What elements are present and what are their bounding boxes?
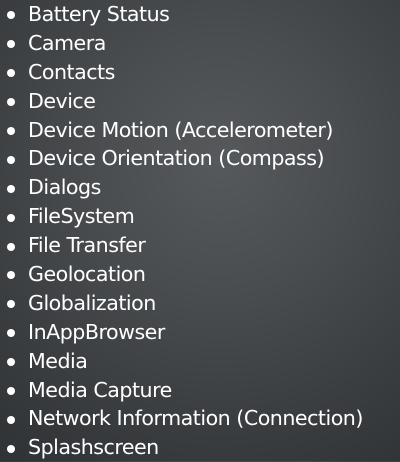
- list-item-device[interactable]: Device: [0, 87, 400, 116]
- list-item-battery-status[interactable]: Battery Status: [0, 0, 400, 29]
- list-item-label: InAppBrowser: [28, 319, 165, 344]
- bullet-icon: [7, 11, 15, 20]
- list-item-label: Camera: [28, 30, 106, 55]
- bullet-icon: [7, 40, 15, 49]
- list-item-network-information[interactable]: Network Information (Connection): [0, 404, 400, 433]
- list-item-label: Network Information (Connection): [28, 406, 363, 431]
- bullet-icon: [7, 69, 15, 78]
- bullet-icon: [7, 155, 15, 164]
- bullet-icon: [7, 387, 15, 396]
- list-item-file-transfer[interactable]: File Transfer: [0, 231, 400, 260]
- bullet-icon: [7, 127, 15, 135]
- list-item-label: Dialogs: [28, 175, 101, 200]
- list-item-dialogs[interactable]: Dialogs: [0, 173, 400, 202]
- bullet-icon: [7, 213, 15, 222]
- bullet-icon: [7, 358, 15, 367]
- list-item-label: Device: [28, 88, 96, 113]
- list-item-label: Media: [28, 348, 88, 373]
- bullet-icon: [7, 415, 15, 424]
- list-item-filesystem[interactable]: FileSystem: [0, 202, 400, 231]
- bullet-icon: [7, 184, 15, 193]
- list-item-label: FileSystem: [28, 204, 135, 229]
- list-item-label: Media Capture: [28, 377, 172, 402]
- plugin-list: Battery Status Camera Contacts Device De…: [0, 0, 400, 462]
- list-item-label: Globalization: [28, 290, 156, 315]
- list-item-camera[interactable]: Camera: [0, 29, 400, 58]
- bullet-icon: [7, 271, 15, 280]
- list-item-splashscreen[interactable]: Splashscreen: [0, 433, 400, 462]
- list-item-contacts[interactable]: Contacts: [0, 58, 400, 87]
- list-item-geolocation[interactable]: Geolocation: [0, 260, 400, 289]
- list-item-label: Battery Status: [28, 2, 170, 26]
- list-item-label: Geolocation: [28, 262, 146, 287]
- list-item-device-orientation[interactable]: Device Orientation (Compass): [0, 144, 400, 173]
- list-item-inappbrowser[interactable]: InAppBrowser: [0, 318, 400, 347]
- list-item-media-capture[interactable]: Media Capture: [0, 376, 400, 405]
- bullet-icon: [7, 444, 15, 453]
- bullet-icon: [7, 242, 15, 251]
- list-item-label: Device Orientation (Compass): [28, 146, 325, 171]
- list-item-media[interactable]: Media: [0, 347, 400, 376]
- bullet-icon: [7, 329, 15, 338]
- list-item-label: Contacts: [28, 59, 115, 84]
- bullet-icon: [7, 300, 15, 309]
- list-item-label: Device Motion (Accelerometer): [28, 117, 333, 142]
- list-item-device-motion[interactable]: Device Motion (Accelerometer): [0, 116, 400, 145]
- bullet-icon: [7, 98, 15, 107]
- list-item-label: Splashscreen: [28, 435, 159, 460]
- list-item-globalization[interactable]: Globalization: [0, 289, 400, 318]
- list-item-label: File Transfer: [28, 233, 146, 258]
